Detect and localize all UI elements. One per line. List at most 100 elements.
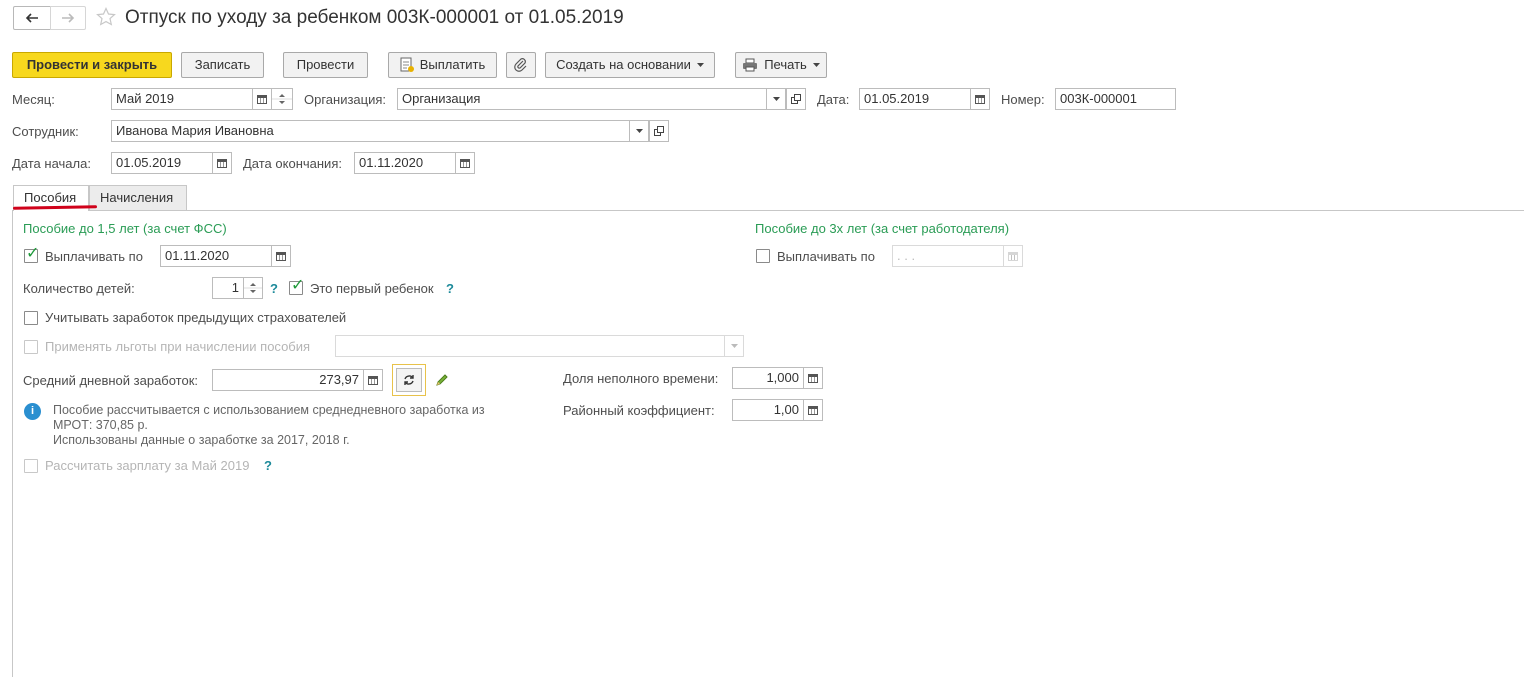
create-based-button[interactable]: Создать на основании bbox=[545, 52, 715, 78]
end-date-input[interactable]: 01.11.2020 bbox=[354, 152, 456, 174]
employer-section-title: Пособие до 3х лет (за счет работодателя) bbox=[755, 221, 1010, 236]
post-button[interactable]: Провести bbox=[283, 52, 368, 78]
date-input[interactable]: 01.05.2019 bbox=[859, 88, 971, 110]
date-calendar-button[interactable] bbox=[970, 88, 990, 110]
first-child-label: Это первый ребенок bbox=[310, 281, 434, 296]
avg-earnings-input[interactable]: 273,97 bbox=[212, 369, 364, 391]
forward-button[interactable] bbox=[50, 6, 86, 30]
back-button[interactable] bbox=[13, 6, 51, 30]
attach-button[interactable] bbox=[506, 52, 536, 78]
refresh-icon bbox=[404, 375, 414, 385]
calculator-icon bbox=[808, 373, 818, 383]
dropdown-arrow-icon bbox=[812, 63, 820, 67]
info-line-3: Использованы данные о заработке за 2017,… bbox=[53, 433, 350, 447]
check-mark-icon: ✓ bbox=[26, 245, 40, 262]
dropdown-arrow-icon bbox=[696, 63, 704, 67]
tab-accruals[interactable]: Начисления bbox=[89, 185, 187, 210]
children-count-input[interactable]: 1 bbox=[212, 277, 244, 299]
check-mark-icon: ✓ bbox=[291, 277, 305, 294]
post-label: Провести bbox=[296, 57, 355, 72]
organization-input[interactable]: Организация bbox=[397, 88, 767, 110]
content-left-border bbox=[12, 210, 13, 677]
apply-benefits-checkbox[interactable] bbox=[24, 340, 38, 354]
prev-insurers-checkbox[interactable] bbox=[24, 311, 38, 325]
children-count-spinner[interactable] bbox=[243, 277, 263, 299]
post-and-close-label: Провести и закрыть bbox=[26, 57, 158, 72]
start-date-input[interactable]: 01.05.2019 bbox=[111, 152, 213, 174]
calendar-icon bbox=[975, 94, 985, 104]
apply-benefits-select[interactable] bbox=[335, 335, 725, 357]
open-window-icon bbox=[791, 94, 801, 104]
paperclip-icon bbox=[514, 58, 527, 72]
avg-earnings-calc-button[interactable] bbox=[363, 369, 383, 391]
employee-open-button[interactable] bbox=[649, 120, 669, 142]
pay-until-calendar-button[interactable] bbox=[271, 245, 291, 267]
calendar-icon bbox=[460, 158, 470, 168]
calculator-icon bbox=[808, 405, 818, 415]
print-button[interactable]: Печать bbox=[735, 52, 827, 78]
organization-open-button[interactable] bbox=[786, 88, 806, 110]
regional-coef-label: Районный коэффициент: bbox=[563, 403, 715, 418]
first-child-help-icon[interactable]: ? bbox=[446, 281, 454, 296]
fss-section-title: Пособие до 1,5 лет (за счет ФСС) bbox=[23, 221, 227, 236]
pay-button[interactable]: Выплатить bbox=[388, 52, 497, 78]
children-help-icon[interactable]: ? bbox=[270, 281, 278, 296]
calculator-icon bbox=[368, 375, 378, 385]
tab-accruals-label: Начисления bbox=[100, 190, 174, 205]
edit-pencil-icon[interactable] bbox=[434, 372, 450, 388]
end-date-label: Дата окончания: bbox=[243, 156, 342, 171]
employee-input[interactable]: Иванова Мария Ивановна bbox=[111, 120, 630, 142]
month-spinner[interactable] bbox=[271, 88, 293, 110]
info-line-2: МРОТ: 370,85 р. bbox=[53, 418, 148, 432]
organization-label: Организация: bbox=[304, 92, 387, 107]
save-button[interactable]: Записать bbox=[181, 52, 264, 78]
part-time-label: Доля неполного времени: bbox=[563, 371, 719, 386]
regional-coef-calc-button[interactable] bbox=[803, 399, 823, 421]
dropdown-arrow-icon bbox=[635, 129, 643, 133]
employer-pay-until-input[interactable]: . . . bbox=[892, 245, 1004, 267]
month-label: Месяц: bbox=[12, 92, 55, 107]
pay-until-input[interactable]: 01.11.2020 bbox=[160, 245, 272, 267]
month-calendar-button[interactable] bbox=[252, 88, 272, 110]
spinner-arrows-icon bbox=[272, 94, 292, 104]
apply-benefits-label: Применять льготы при начислении пособия bbox=[45, 339, 311, 354]
start-date-calendar-button[interactable] bbox=[212, 152, 232, 174]
post-and-close-button[interactable]: Провести и закрыть bbox=[12, 52, 172, 78]
spinner-arrows-icon bbox=[244, 283, 262, 293]
number-input[interactable]: 003К-000001 bbox=[1055, 88, 1176, 110]
favorite-star-icon[interactable] bbox=[96, 7, 116, 27]
info-icon: i bbox=[24, 403, 41, 420]
part-time-input[interactable]: 1,000 bbox=[732, 367, 804, 389]
regional-coef-input[interactable]: 1,00 bbox=[732, 399, 804, 421]
date-label: Дата: bbox=[817, 92, 850, 107]
month-input[interactable]: Май 2019 bbox=[111, 88, 253, 110]
info-line-1: Пособие рассчитывается с использованием … bbox=[53, 403, 485, 417]
employer-pay-until-checkbox[interactable] bbox=[756, 249, 770, 263]
tab-benefits-label: Пособия bbox=[24, 190, 77, 205]
organization-dropdown-button[interactable] bbox=[766, 88, 786, 110]
calc-salary-help-icon[interactable]: ? bbox=[264, 458, 272, 473]
employer-pay-until-calendar-button[interactable] bbox=[1003, 245, 1023, 267]
part-time-calc-button[interactable] bbox=[803, 367, 823, 389]
calendar-icon bbox=[257, 94, 267, 104]
employee-dropdown-button[interactable] bbox=[629, 120, 649, 142]
dropdown-arrow-icon bbox=[772, 97, 780, 101]
open-window-icon bbox=[654, 126, 664, 136]
avg-earnings-label: Средний дневной заработок: bbox=[23, 373, 199, 388]
dropdown-arrow-icon bbox=[730, 344, 738, 348]
first-child-checkbox[interactable]: ✓ bbox=[289, 277, 305, 295]
employee-label: Сотрудник: bbox=[12, 124, 79, 139]
apply-benefits-dropdown-button[interactable] bbox=[724, 335, 744, 357]
recalculate-button[interactable] bbox=[392, 364, 426, 396]
pay-until-checkbox[interactable]: ✓ bbox=[24, 245, 40, 263]
pay-until-label: Выплачивать по bbox=[45, 249, 143, 264]
create-based-label: Создать на основании bbox=[556, 57, 691, 72]
arrow-right-icon bbox=[62, 13, 75, 23]
calendar-icon bbox=[1008, 251, 1018, 261]
calc-salary-checkbox[interactable] bbox=[24, 459, 38, 473]
print-label: Печать bbox=[764, 57, 807, 72]
end-date-calendar-button[interactable] bbox=[455, 152, 475, 174]
save-label: Записать bbox=[194, 57, 251, 72]
calc-salary-label: Рассчитать зарплату за Май 2019 bbox=[45, 458, 250, 473]
calendar-icon bbox=[217, 158, 227, 168]
